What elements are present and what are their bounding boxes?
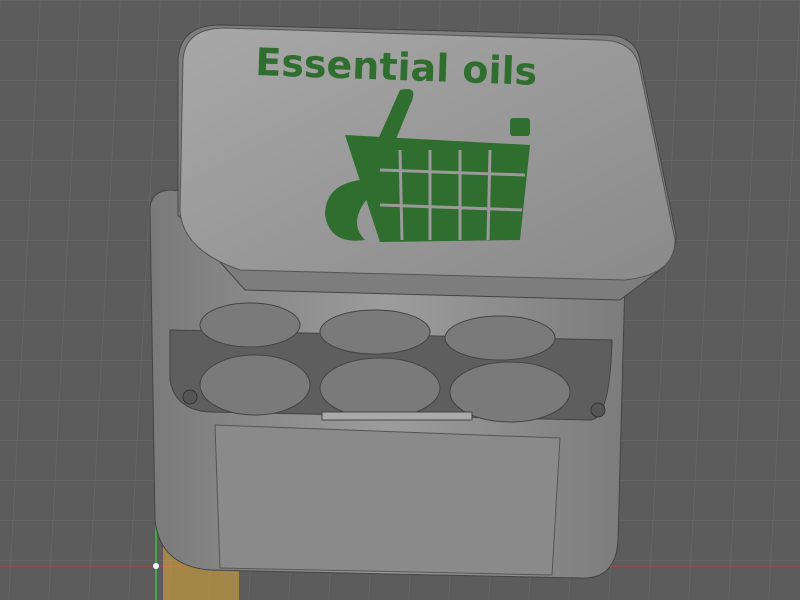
- lid[interactable]: Essential oils: [177, 24, 677, 301]
- latch-slot: [321, 411, 473, 421]
- bottle-holes: [199, 302, 571, 423]
- screw-hole-left: [182, 389, 198, 405]
- model-canvas[interactable]: Essential oils: [0, 0, 800, 600]
- screw-hole-right: [590, 402, 606, 418]
- origin-point[interactable]: [153, 563, 159, 569]
- front-face: [214, 424, 561, 576]
- cad-viewport[interactable]: Essential oils: [0, 0, 800, 600]
